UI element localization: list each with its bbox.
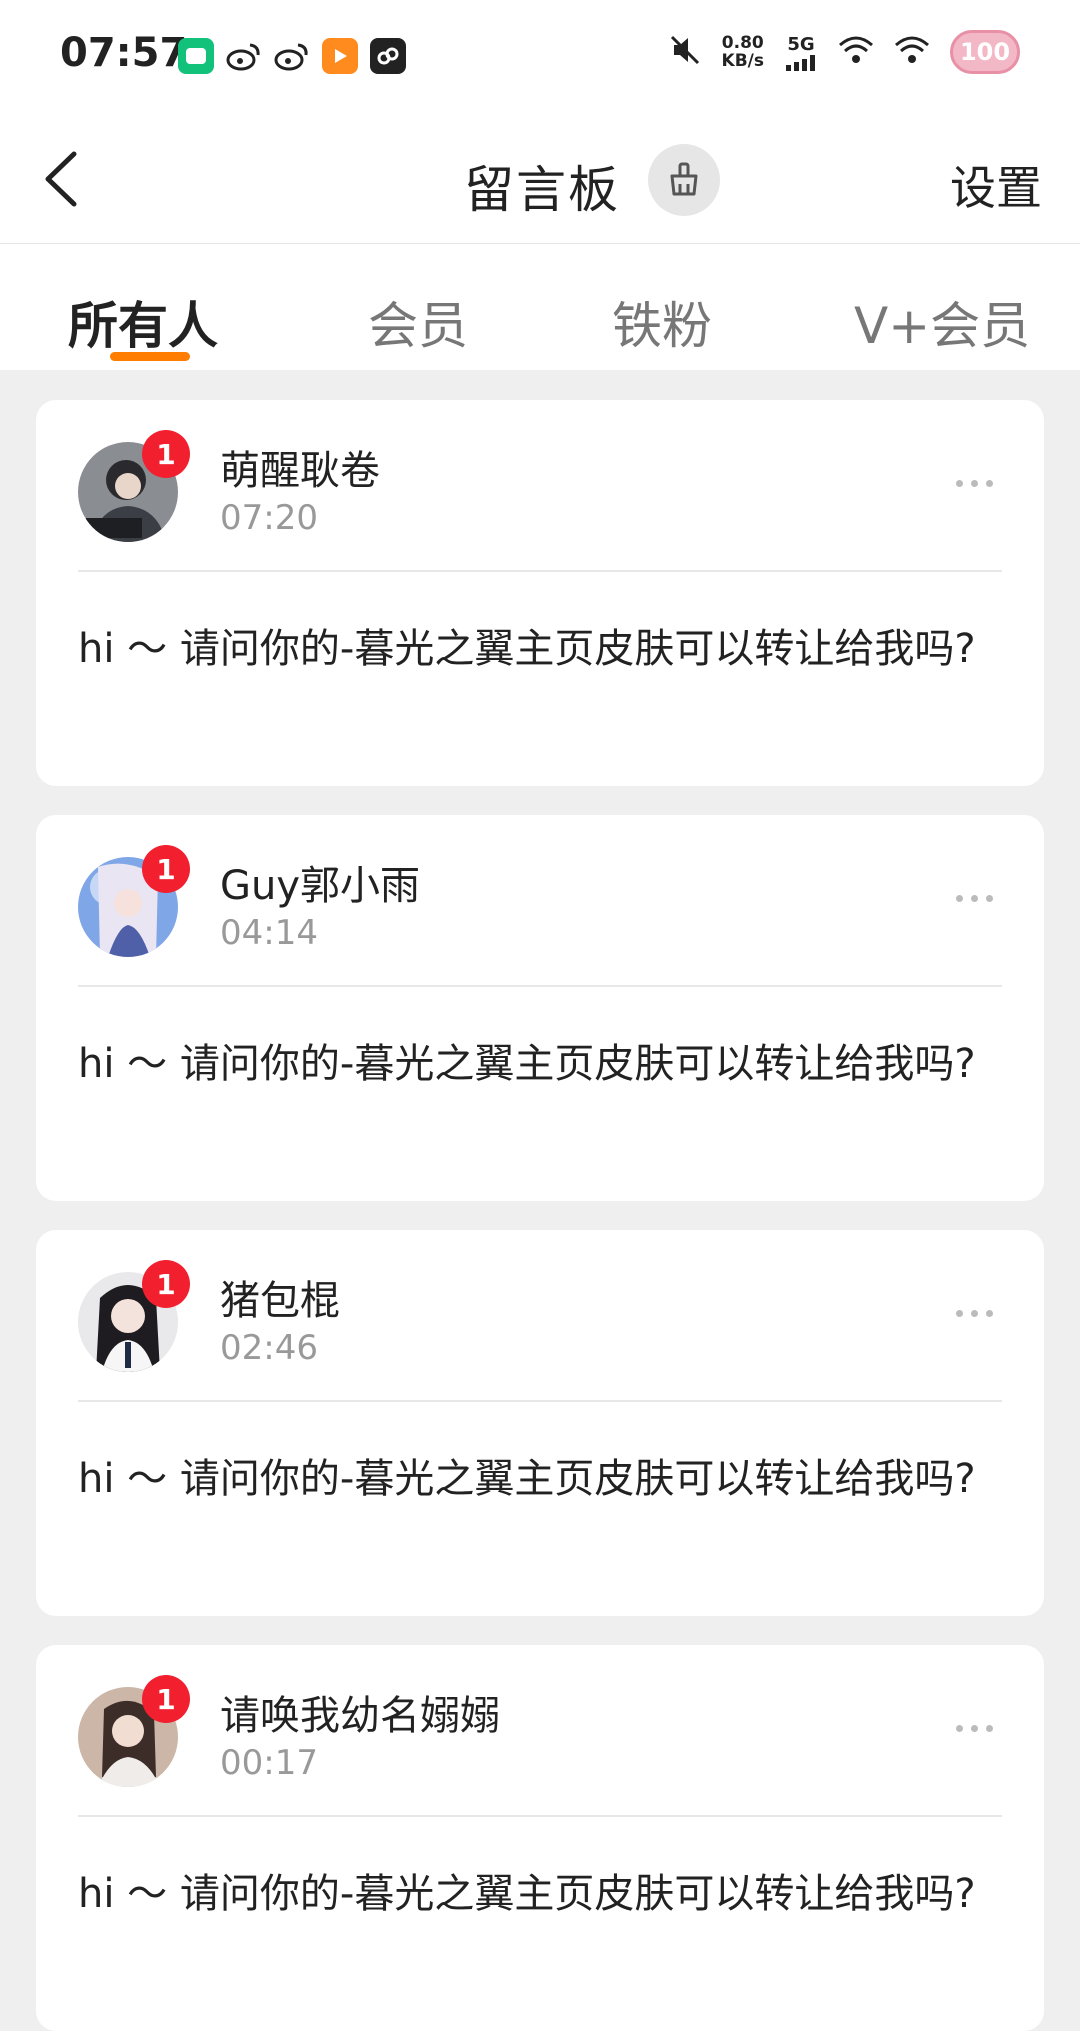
cell-signal: 5G: [784, 34, 818, 71]
more-options-icon[interactable]: [944, 1298, 1004, 1328]
message-card[interactable]: 1 Guy郭小雨 04:14 hi ～ 请问你的-暮光之翼主页皮肤可以转让给我吗…: [36, 815, 1044, 1201]
message-text: hi ～ 请问你的-暮光之翼主页皮肤可以转让给我吗?: [78, 1871, 976, 1917]
net-speed-value: 0.80: [721, 33, 764, 53]
net-speed: 0.80 KB/s: [722, 34, 764, 70]
message-text: hi ～ 请问你的-暮光之翼主页皮肤可以转让给我吗?: [78, 1041, 976, 1087]
network-type: 5G: [787, 33, 815, 55]
message-text: hi ～ 请问你的-暮光之翼主页皮肤可以转让给我吗?: [78, 1456, 976, 1502]
net-speed-unit: KB/s: [721, 51, 764, 71]
signal-bars-icon: [786, 54, 815, 71]
unread-badge: 1: [142, 1675, 190, 1723]
link-app-icon: [370, 38, 406, 74]
active-tab-indicator: [110, 352, 190, 361]
divider: [78, 1400, 1002, 1402]
tab-all[interactable]: 所有人: [68, 286, 218, 358]
message-card[interactable]: 1 猪包棍 02:46 hi ～ 请问你的-暮光之翼主页皮肤可以转让给我吗?: [36, 1230, 1044, 1616]
battery-indicator: 100: [950, 30, 1020, 74]
clear-button[interactable]: [648, 144, 720, 216]
message-time: 07:20: [220, 498, 318, 538]
back-arrow-icon: [45, 151, 77, 207]
message-time: 02:46: [220, 1328, 318, 1368]
tab-iron-fans[interactable]: 铁粉: [612, 286, 712, 358]
nav-bar: 留言板 设置: [0, 112, 1080, 244]
unread-badge: 1: [142, 430, 190, 478]
message-text: hi ～ 请问你的-暮光之翼主页皮肤可以转让给我吗?: [78, 626, 976, 672]
sender-name[interactable]: Guy郭小雨: [220, 853, 420, 911]
sender-name[interactable]: 猪包棍: [220, 1268, 340, 1326]
unread-badge: 1: [142, 1260, 190, 1308]
unread-badge: 1: [142, 845, 190, 893]
weibo-icon: [226, 38, 262, 74]
status-right: 0.80 KB/s 5G 100: [668, 30, 1020, 74]
weibo-icon-2: [274, 38, 310, 74]
back-button[interactable]: [36, 144, 96, 214]
more-options-icon[interactable]: [944, 883, 1004, 913]
wifi-icon-2: [894, 35, 930, 69]
video-app-icon: [322, 38, 358, 74]
message-time: 00:17: [220, 1743, 318, 1783]
status-bar: 07:57 0.80 KB/s 5G 100: [0, 0, 1080, 112]
divider: [78, 1815, 1002, 1817]
message-card[interactable]: 1 请唤我幼名嫋嫋 00:17 hi ～ 请问你的-暮光之翼主页皮肤可以转让给我…: [36, 1645, 1044, 2031]
broom-icon: [670, 162, 698, 196]
message-time: 04:14: [220, 913, 318, 953]
divider: [78, 985, 1002, 987]
more-options-icon[interactable]: [944, 468, 1004, 498]
divider: [78, 570, 1002, 572]
more-options-icon[interactable]: [944, 1713, 1004, 1743]
tab-vplus-members[interactable]: V+会员: [854, 286, 1030, 358]
sender-name[interactable]: 萌醒耿卷: [220, 438, 380, 496]
settings-button[interactable]: 设置: [950, 152, 1042, 218]
notification-icons: [178, 38, 406, 74]
status-time: 07:57: [60, 30, 188, 76]
message-card[interactable]: 1 萌醒耿卷 07:20 hi ～ 请问你的-暮光之翼主页皮肤可以转让给我吗?: [36, 400, 1044, 786]
filter-tabs: 所有人 会员 铁粉 V+会员: [0, 244, 1080, 370]
mute-icon: [668, 33, 702, 71]
wifi-icon: [838, 35, 874, 69]
chat-app-icon: [178, 38, 214, 74]
sender-name[interactable]: 请唤我幼名嫋嫋: [220, 1683, 500, 1741]
page-title: 留言板: [464, 161, 620, 219]
tab-members[interactable]: 会员: [368, 286, 468, 358]
